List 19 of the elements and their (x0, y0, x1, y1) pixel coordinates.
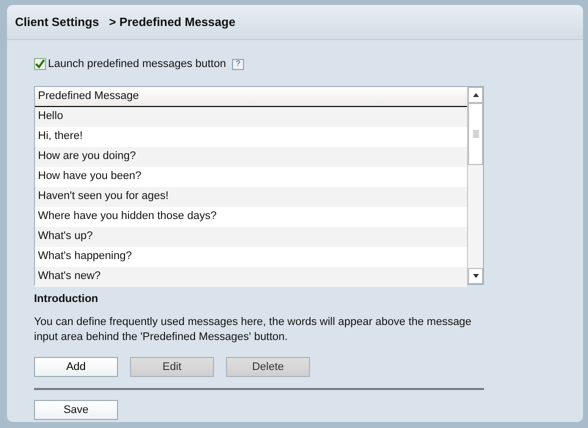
action-button[interactable]: Add (34, 357, 118, 377)
scroll-down-icon[interactable] (468, 268, 483, 284)
message-row[interactable]: What's new? (35, 266, 467, 286)
message-row[interactable]: Hello (35, 106, 467, 126)
save-button[interactable]: Save (34, 400, 118, 420)
message-row[interactable]: What's up? (35, 226, 467, 246)
message-row[interactable]: Haven't seen you for ages! (35, 186, 467, 206)
introduction-title: Introduction (34, 292, 100, 306)
message-row[interactable]: How are you doing? (35, 146, 467, 166)
scroll-thumb[interactable] (468, 102, 483, 164)
scroll-up-icon[interactable] (468, 86, 483, 102)
scrollbar[interactable] (467, 86, 483, 284)
breadcrumb-page: > Predefined Message (109, 14, 236, 31)
introduction-text: You can define frequently used messages here, the words will appear above the message input area behind the 'Predefined Messages' button. (34, 315, 472, 345)
breadcrumb-section[interactable]: Client Settings (15, 13, 100, 31)
checkbox-label[interactable]: Launch predefined messages button (48, 56, 226, 72)
help-button[interactable]: ? (232, 58, 244, 70)
checkbox[interactable] (34, 58, 46, 70)
checkmark-icon (35, 59, 45, 70)
